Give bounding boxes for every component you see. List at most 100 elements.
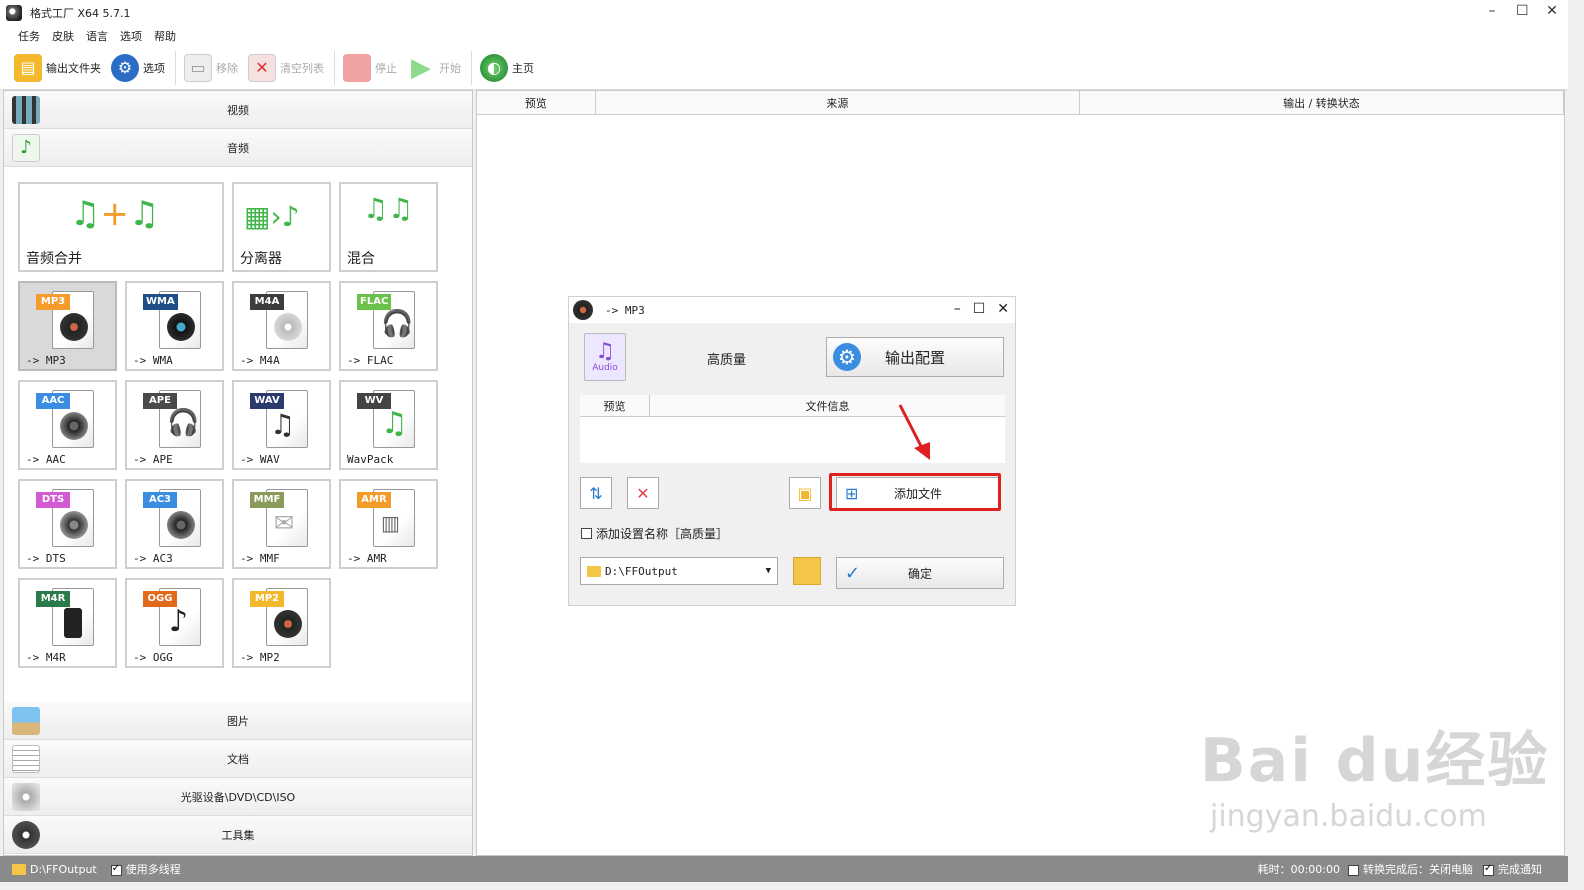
output-config-button[interactable]: ⚙ 输出配置 <box>826 337 1004 377</box>
category-video[interactable]: 视频 <box>4 91 472 129</box>
format-badge: FLAC <box>357 294 392 310</box>
gear-icon: ⚙ <box>833 343 861 371</box>
after-convert-checkbox[interactable]: 转换完成后：关闭电脑 <box>1348 861 1473 877</box>
browse-folder-button[interactable] <box>793 557 821 585</box>
mix-icon: ♫♫ <box>363 192 414 225</box>
music-notes-icon: ♫ <box>270 408 296 441</box>
play-icon: ▶ <box>411 52 431 83</box>
sort-button[interactable]: ⇅ <box>580 477 612 509</box>
menu-language[interactable]: 语言 <box>86 28 108 44</box>
tile-label: -> M4R <box>26 651 66 664</box>
notify-checkbox[interactable]: 完成通知 <box>1483 861 1542 877</box>
checkbox[interactable] <box>1483 863 1494 876</box>
baidu-watermark: Bai du经验 jingyan.baidu.com <box>1200 712 1549 834</box>
menu-options[interactable]: 选项 <box>120 28 142 44</box>
toolbar-divider <box>334 50 335 85</box>
category-audio[interactable]: ♪ 音频 <box>4 129 472 167</box>
tile-label: -> AC3 <box>133 552 173 565</box>
tile-splitter[interactable]: ▦›♪ 分离器 <box>232 182 331 272</box>
speaker-icon <box>274 610 302 638</box>
close-icon[interactable]: ✕ <box>1546 3 1558 19</box>
app-icon <box>6 5 22 21</box>
tile-ac3[interactable]: AC3 -> AC3 <box>125 479 224 569</box>
annotation-arrow <box>898 404 930 460</box>
format-badge: DTS <box>36 492 70 508</box>
tile-label: WavPack <box>347 453 394 466</box>
window-controls: – ☐ ✕ <box>1486 3 1558 19</box>
format-badge: WAV <box>250 393 284 409</box>
remove-label: 移除 <box>216 61 238 75</box>
audio-icon-label: Audio <box>592 363 618 373</box>
category-disc[interactable]: 光驱设备\DVD\CD\ISO <box>4 778 472 816</box>
close-icon[interactable]: ✕ <box>997 301 1009 317</box>
tile-wavpack[interactable]: WV ♫ WavPack <box>339 380 438 470</box>
checkbox[interactable] <box>1348 864 1359 876</box>
options-button[interactable]: ⚙ 选项 <box>111 53 165 82</box>
tile-mix[interactable]: ♫♫ 混合 <box>339 182 438 272</box>
output-path-status[interactable]: D:\FFOutput <box>30 863 97 876</box>
speaker-icon <box>60 313 88 341</box>
multithread-checkbox[interactable]: 使用多线程 <box>110 861 181 877</box>
minimize-icon[interactable]: – <box>1486 3 1498 19</box>
tile-label: 分离器 <box>240 251 282 267</box>
category-disc-label: 光驱设备\DVD\CD\ISO <box>180 790 296 804</box>
category-tools[interactable]: 工具集 <box>4 816 472 854</box>
delete-file-button[interactable]: ✕ <box>627 477 659 509</box>
menu-task[interactable]: 任务 <box>18 28 40 44</box>
tile-label: -> OGG <box>133 651 173 664</box>
maximize-icon[interactable]: ☐ <box>973 301 986 317</box>
add-setting-name-checkbox[interactable]: 添加设置名称［高质量］ <box>581 525 728 542</box>
options-label: 选项 <box>143 61 165 75</box>
checkbox[interactable] <box>581 528 592 539</box>
category-document[interactable]: 文档 <box>4 740 472 778</box>
menu-skin[interactable]: 皮肤 <box>52 28 74 44</box>
category-image[interactable]: 图片 <box>4 702 472 740</box>
ok-button[interactable]: ✓ 确定 <box>836 557 1004 589</box>
tile-aac[interactable]: AAC -> AAC <box>18 380 117 470</box>
remove-icon: ▭ <box>184 53 212 82</box>
film-icon <box>12 96 40 124</box>
tile-mp2[interactable]: MP2 -> MP2 <box>232 578 331 668</box>
add-setting-name-label: 添加设置名称［高质量］ <box>596 527 729 541</box>
category-panel: 视频 ♪ 音频 ♫+♫ 音频合并 ▦›♪ 分离器 ♫♫ 混合 MP3 -> MP… <box>3 90 473 856</box>
minimize-icon[interactable]: – <box>954 301 961 317</box>
remove-button[interactable]: ▭ 移除 <box>184 53 238 82</box>
output-folder-button[interactable]: ▤ 输出文件夹 <box>14 53 101 82</box>
tile-mmf[interactable]: MMF ✉ -> MMF <box>232 479 331 569</box>
speaker-icon <box>60 511 88 539</box>
column-source[interactable]: 来源 <box>596 91 1080 114</box>
checkbox[interactable] <box>110 863 122 876</box>
maximize-icon[interactable]: ☐ <box>1516 3 1529 19</box>
home-button[interactable]: ◐ 主页 <box>480 53 534 82</box>
tile-wav[interactable]: WAV ♫ -> WAV <box>232 380 331 470</box>
column-status[interactable]: 输出 / 转换状态 <box>1080 91 1564 114</box>
tile-ogg[interactable]: OGG ♪ -> OGG <box>125 578 224 668</box>
tile-amr[interactable]: AMR ▥ -> AMR <box>339 479 438 569</box>
tile-flac[interactable]: FLAC 🎧 -> FLAC <box>339 281 438 371</box>
output-path-select[interactable]: D:\FFOutput ▼ <box>580 557 778 585</box>
column-preview[interactable]: 预览 <box>580 395 650 416</box>
start-button[interactable]: ▶ 开始 <box>407 52 461 83</box>
category-tools-label: 工具集 <box>221 828 255 842</box>
tile-ape[interactable]: APE 🎧 -> APE <box>125 380 224 470</box>
tile-dts[interactable]: DTS -> DTS <box>18 479 117 569</box>
tile-mp3[interactable]: MP3 -> MP3 <box>18 281 117 371</box>
merge-icon: ♫+♫ <box>70 194 160 234</box>
menu-help[interactable]: 帮助 <box>154 28 176 44</box>
tile-label: -> AAC <box>26 453 66 466</box>
tile-m4r[interactable]: M4R -> M4R <box>18 578 117 668</box>
column-file-info[interactable]: 文件信息 <box>650 395 1005 416</box>
tile-label: 音频合并 <box>26 251 82 267</box>
clear-list-button[interactable]: ✕ 清空列表 <box>248 53 324 82</box>
format-badge: WMA <box>143 294 178 310</box>
tile-m4a[interactable]: M4A -> M4A <box>232 281 331 371</box>
stop-button[interactable]: 停止 <box>343 53 397 82</box>
dialog-title: -> MP3 <box>605 303 645 317</box>
stop-label: 停止 <box>375 61 397 75</box>
tile-label: -> DTS <box>26 552 66 565</box>
column-preview[interactable]: 预览 <box>477 91 596 114</box>
add-folder-button[interactable]: ▣ <box>789 477 821 509</box>
tile-audio-merge[interactable]: ♫+♫ 音频合并 <box>18 182 224 272</box>
phone-icon <box>64 608 82 638</box>
tile-wma[interactable]: WMA -> WMA <box>125 281 224 371</box>
